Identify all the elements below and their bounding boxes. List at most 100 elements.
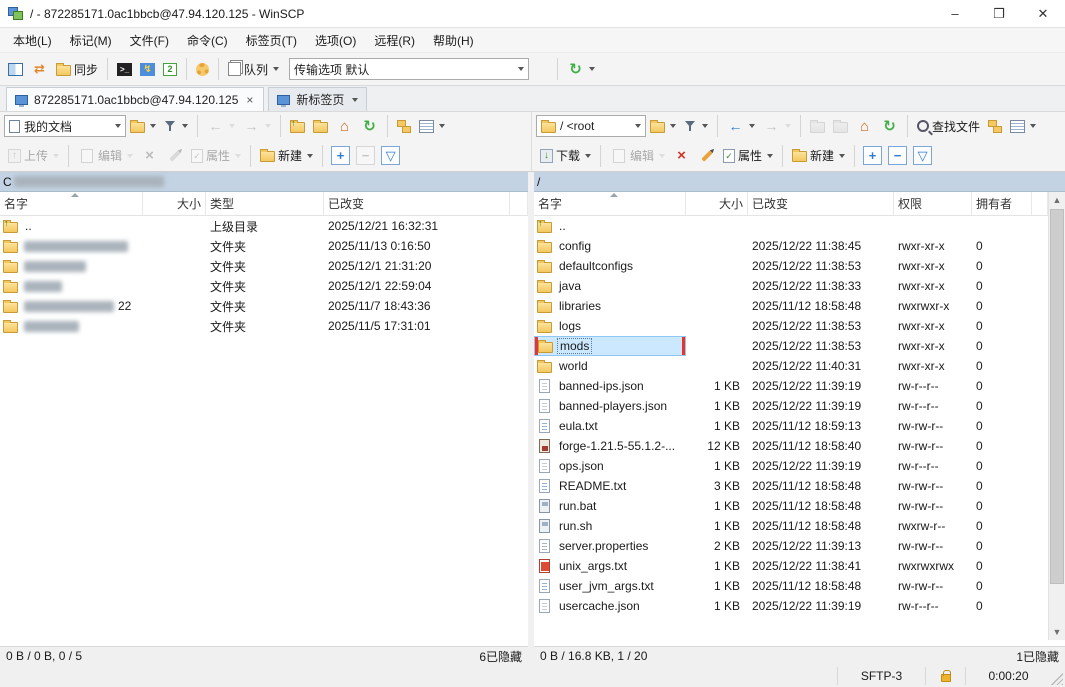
remote-view-button[interactable]: [1006, 117, 1040, 136]
protocol-indicator[interactable]: SFTP-3: [837, 667, 925, 685]
session-tab[interactable]: 872285171.0ac1bbcb@47.94.120.125 ×: [6, 87, 264, 111]
remote-forward-button[interactable]: →: [759, 115, 795, 138]
unselect-files-button[interactable]: −: [888, 146, 907, 165]
close-button[interactable]: ✕: [1021, 0, 1065, 27]
local-forward-button[interactable]: →: [239, 115, 275, 138]
maximize-button[interactable]: ❒: [977, 0, 1021, 27]
table-row[interactable]: 文件夹2025/12/1 22:59:04: [0, 276, 528, 296]
swap-panels-button[interactable]: ⇄: [27, 58, 52, 81]
remote-hidden-count[interactable]: 1已隐藏: [1016, 648, 1059, 665]
table-row[interactable]: unix_args.txt1 KB2025/12/22 11:38:41rwxr…: [534, 556, 1048, 576]
table-row[interactable]: ops.json1 KB2025/12/22 11:39:19rw-r--r--…: [534, 456, 1048, 476]
local-rename-button[interactable]: [162, 144, 187, 167]
remote-rename-button[interactable]: [694, 144, 719, 167]
local-properties-button[interactable]: ✓ 属性: [187, 144, 245, 167]
update-button[interactable]: ↻: [563, 58, 599, 81]
remote-open-directory-button[interactable]: [646, 117, 680, 136]
remote-refresh-button[interactable]: ↻: [877, 115, 902, 138]
table-row[interactable]: java2025/12/22 11:38:33rwxr-xr-x0: [534, 276, 1048, 296]
remote-filter-button[interactable]: [680, 117, 712, 135]
remote-tree-button[interactable]: [984, 117, 1006, 136]
resize-grip[interactable]: [1051, 673, 1063, 685]
table-row[interactable]: 22文件夹2025/11/7 18:43:36: [0, 296, 528, 316]
table-row[interactable]: server.properties2 KB2025/12/22 11:39:13…: [534, 536, 1048, 556]
find-files-button[interactable]: 查找文件: [913, 115, 984, 138]
column-header-changed[interactable]: 已改变: [748, 192, 894, 215]
select-files-button[interactable]: +: [331, 146, 350, 165]
layout-button[interactable]: [4, 60, 27, 79]
local-drive-combo[interactable]: 我的文档: [4, 115, 126, 137]
table-row[interactable]: libraries2025/11/12 18:58:48rwxrwxr-x0: [534, 296, 1048, 316]
local-path-bar[interactable]: C: [0, 172, 528, 192]
table-row[interactable]: config2025/12/22 11:38:45rwxr-xr-x0: [534, 236, 1048, 256]
menu-tabs[interactable]: 标签页(T): [237, 29, 306, 52]
remote-directory-combo[interactable]: / <root: [536, 115, 646, 137]
table-row[interactable]: README.txt3 KB2025/11/12 18:58:48rw-rw-r…: [534, 476, 1048, 496]
select-files-button[interactable]: +: [863, 146, 882, 165]
queue-button[interactable]: 队列: [224, 58, 283, 81]
filter-files-button[interactable]: ▽: [913, 146, 932, 165]
vertical-scrollbar[interactable]: ▲ ▼: [1048, 192, 1065, 640]
table-row[interactable]: run.sh1 KB2025/11/12 18:58:48rwxrw-r--0: [534, 516, 1048, 536]
remote-home-button[interactable]: ⌂: [852, 115, 877, 138]
local-view-button[interactable]: [415, 117, 449, 136]
local-filter-button[interactable]: [160, 117, 192, 135]
menu-options[interactable]: 选项(O): [306, 29, 365, 52]
transfer-settings-combo[interactable]: 传输选项 默认: [289, 58, 529, 80]
remote-root-directory-button[interactable]: [829, 117, 852, 136]
remote-new-button[interactable]: 新建: [788, 144, 849, 167]
local-root-directory-button[interactable]: [309, 117, 332, 136]
menu-mark[interactable]: 标记(M): [61, 29, 121, 52]
local-new-button[interactable]: 新建: [256, 144, 317, 167]
preferences-button[interactable]: [192, 60, 213, 79]
table-row[interactable]: logs2025/12/22 11:38:53rwxr-xr-x0: [534, 316, 1048, 336]
local-back-button[interactable]: ←: [203, 115, 239, 138]
local-tree-button[interactable]: [393, 117, 415, 136]
remote-edit-button[interactable]: 编辑: [606, 144, 669, 167]
table-row[interactable]: forge-1.21.5-55.1.2-...12 KB2025/11/12 1…: [534, 436, 1048, 456]
synchronize-browsing-button[interactable]: 2: [159, 60, 181, 79]
filter-files-button[interactable]: ▽: [381, 146, 400, 165]
table-row[interactable]: ↑..上级目录2025/12/21 16:32:31: [0, 216, 528, 236]
table-row[interactable]: defaultconfigs2025/12/22 11:38:53rwxr-xr…: [534, 256, 1048, 276]
column-header-owner[interactable]: 拥有者: [972, 192, 1032, 215]
column-header-size[interactable]: 大小: [686, 192, 748, 215]
local-open-directory-button[interactable]: [126, 117, 160, 136]
table-row[interactable]: 文件夹2025/11/13 0:16:50: [0, 236, 528, 256]
table-row[interactable]: 文件夹2025/11/5 17:31:01: [0, 316, 528, 336]
table-row[interactable]: banned-ips.json1 KB2025/12/22 11:39:19rw…: [534, 376, 1048, 396]
table-row[interactable]: banned-players.json1 KB2025/12/22 11:39:…: [534, 396, 1048, 416]
transfer-button[interactable]: ↯: [136, 60, 159, 79]
scroll-up-icon[interactable]: ▲: [1049, 192, 1065, 208]
remote-properties-button[interactable]: ✓ 属性: [719, 144, 777, 167]
menu-local[interactable]: 本地(L): [4, 29, 61, 52]
table-row[interactable]: eula.txt1 KB2025/11/12 18:59:13rw-rw-r--…: [534, 416, 1048, 436]
menu-commands[interactable]: 命令(C): [178, 29, 237, 52]
local-hidden-count[interactable]: 6已隐藏: [479, 648, 522, 665]
minimize-button[interactable]: –: [933, 0, 977, 27]
table-row[interactable]: ↑..: [534, 216, 1048, 236]
table-row[interactable]: usercache.json1 KB2025/12/22 11:39:19rw-…: [534, 596, 1048, 616]
upload-button[interactable]: ↑ 上传: [4, 144, 63, 167]
remote-parent-directory-button[interactable]: [806, 117, 829, 136]
menu-remote[interactable]: 远程(R): [365, 29, 424, 52]
local-refresh-button[interactable]: ↻: [357, 115, 382, 138]
menu-file[interactable]: 文件(F): [121, 29, 178, 52]
unselect-files-button[interactable]: −: [356, 146, 375, 165]
session-duration[interactable]: 0:00:20: [965, 667, 1051, 685]
column-header-name[interactable]: 名字: [0, 192, 143, 215]
column-header-perms[interactable]: 权限: [894, 192, 972, 215]
table-row[interactable]: world2025/12/22 11:40:31rwxr-xr-x0: [534, 356, 1048, 376]
open-terminal-button[interactable]: >_: [113, 60, 136, 79]
local-parent-directory-button[interactable]: ↑: [286, 117, 309, 136]
local-edit-button[interactable]: 编辑: [74, 144, 137, 167]
local-home-button[interactable]: ⌂: [332, 115, 357, 138]
column-header-size[interactable]: 大小: [143, 192, 206, 215]
local-delete-button[interactable]: ×: [137, 144, 162, 167]
close-tab-icon[interactable]: ×: [244, 93, 255, 107]
synchronize-button[interactable]: 同步: [52, 58, 102, 81]
column-header-type[interactable]: 类型: [206, 192, 324, 215]
encryption-indicator[interactable]: [925, 667, 965, 685]
table-row[interactable]: user_jvm_args.txt1 KB2025/11/12 18:58:48…: [534, 576, 1048, 596]
new-tab-button[interactable]: 新标签页: [268, 87, 367, 111]
